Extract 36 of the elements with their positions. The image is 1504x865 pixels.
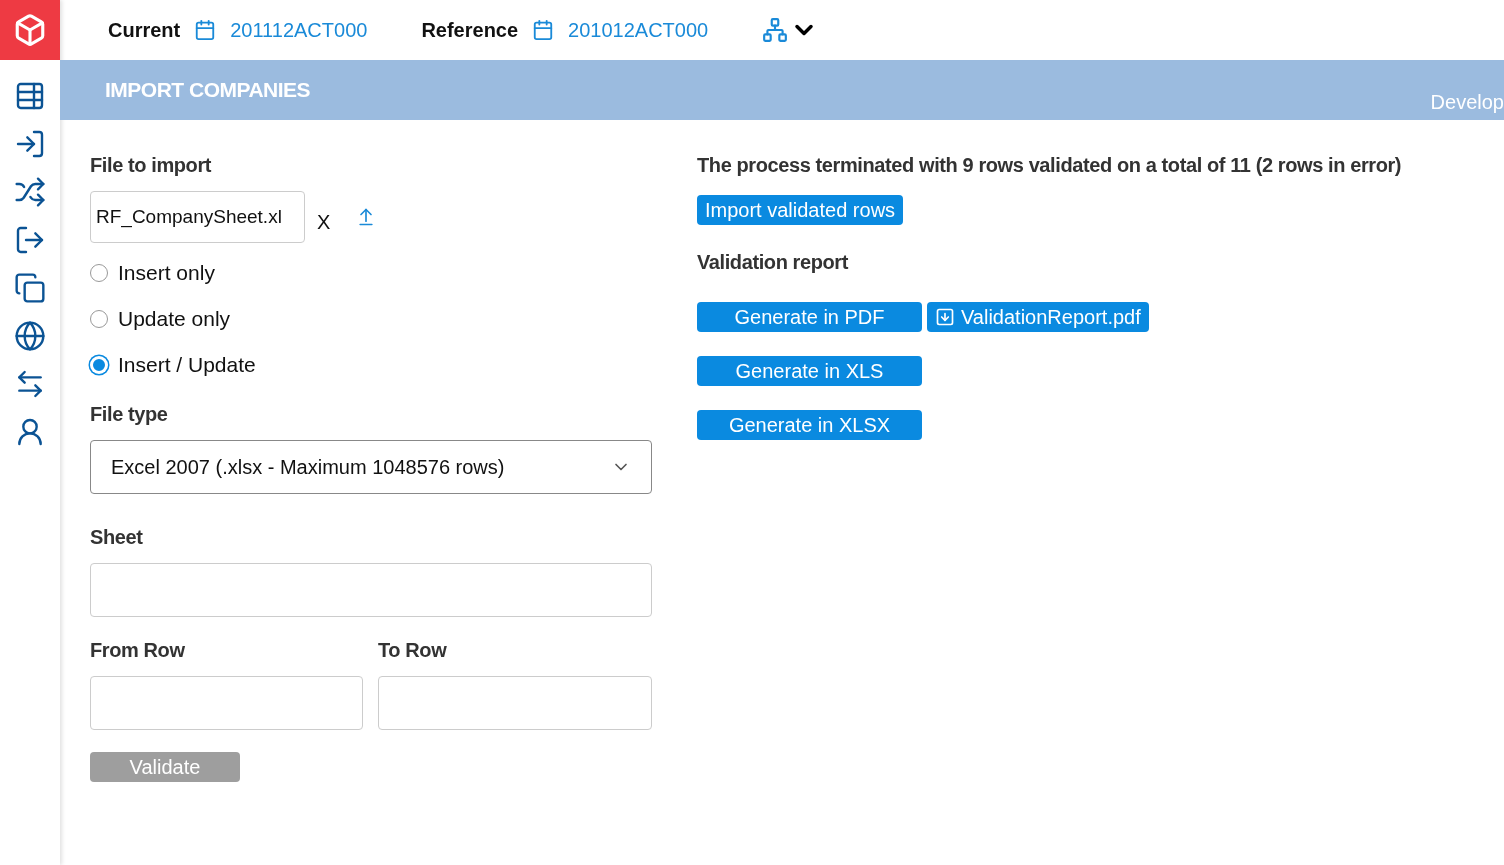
generate-button[interactable]: Generate in XLS — [697, 356, 922, 386]
current-value[interactable]: 201112ACT000 — [230, 18, 368, 42]
calendar-icon[interactable] — [532, 19, 555, 41]
file-type-dropdown[interactable]: Excel 2007 (.xlsx - Maximum 1048576 rows) — [90, 440, 652, 494]
copy-icon[interactable] — [12, 270, 48, 306]
app-logo[interactable] — [0, 0, 60, 60]
field-label: File to import — [90, 154, 213, 177]
radio-button[interactable] — [90, 356, 108, 374]
download-link-button[interactable]: ValidationReport.pdf — [927, 302, 1149, 332]
field-label: To Row — [378, 639, 448, 662]
radio-button[interactable] — [90, 264, 108, 282]
page-title: IMPORT COMPANIES — [105, 78, 311, 102]
reference-value[interactable]: 201012ACT000 — [568, 18, 709, 42]
generate-button[interactable]: Generate in XLSX — [697, 410, 922, 440]
radio-label[interactable]: Insert / Update — [118, 353, 256, 377]
download-icon — [935, 307, 955, 327]
to-row-input-field[interactable] — [378, 676, 652, 730]
section-label: Validation report — [697, 251, 848, 274]
sheet-input-field[interactable] — [90, 563, 652, 617]
hierarchy-icon[interactable] — [762, 17, 789, 43]
current-label: Current — [108, 18, 181, 42]
from-row-input-field[interactable] — [90, 676, 363, 730]
reference-label: Reference — [421, 18, 519, 42]
clear-button[interactable]: X — [317, 210, 331, 234]
result-message: The process terminated with 9 rows validated on a total of 11 (2 rows in error) — [697, 154, 1402, 177]
file-input-field[interactable]: RF_CompanySheet.xl — [90, 191, 305, 243]
environment-label: Develop — [1430, 91, 1504, 114]
generate-button[interactable]: Generate in PDF — [697, 302, 922, 332]
radio-label[interactable]: Update only — [118, 307, 231, 331]
calendar-icon[interactable] — [194, 19, 217, 41]
field-label: File type — [90, 403, 169, 426]
import-button[interactable]: Import validated rows — [697, 195, 904, 225]
radio-button[interactable] — [90, 310, 108, 328]
field-label: Sheet — [90, 526, 144, 549]
field-label: From Row — [90, 639, 186, 662]
radio-label[interactable]: Insert only — [118, 261, 215, 285]
